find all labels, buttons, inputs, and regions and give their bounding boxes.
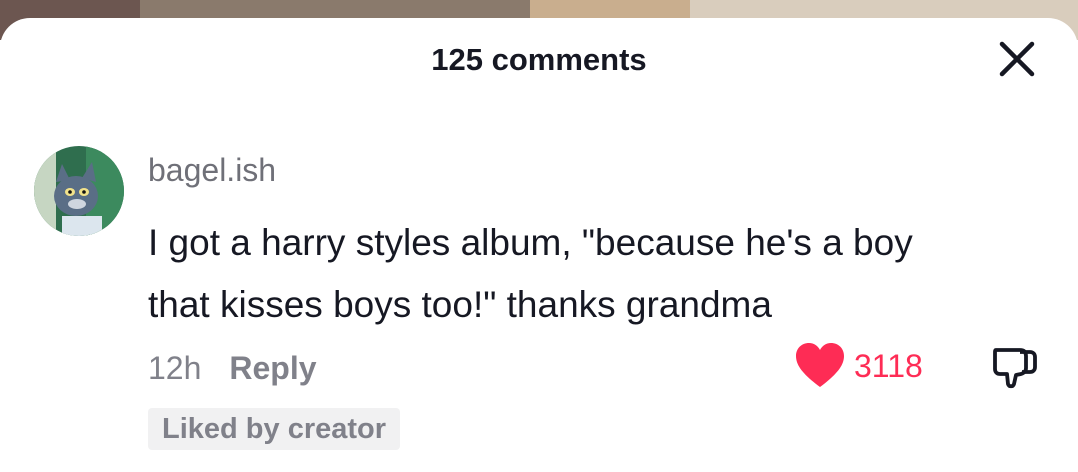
liked-by-creator-badge: Liked by creator	[148, 408, 401, 450]
thumbs-down-icon	[993, 348, 1037, 389]
close-button[interactable]	[994, 36, 1040, 82]
comment-meta: 12h Reply	[148, 350, 317, 387]
comment-text-line: I got a harry styles album, "because he'…	[148, 222, 913, 263]
dislike-button[interactable]	[990, 344, 1040, 390]
comment-timestamp: 12h	[148, 350, 202, 386]
comment-text: I got a harry styles album, "because he'…	[148, 212, 1028, 336]
avatar-image	[34, 146, 124, 236]
comment-text-line: that kisses boys too!" thanks grandma	[148, 284, 772, 325]
like-button[interactable]: 3118	[794, 342, 923, 390]
close-icon	[999, 41, 1035, 77]
comments-count-title: 125 comments	[431, 42, 647, 77]
like-count: 3118	[854, 347, 923, 384]
avatar[interactable]	[34, 146, 124, 236]
reply-button[interactable]: Reply	[229, 350, 316, 387]
heart-icon	[796, 343, 844, 387]
comment-username[interactable]: bagel.ish	[148, 152, 276, 189]
